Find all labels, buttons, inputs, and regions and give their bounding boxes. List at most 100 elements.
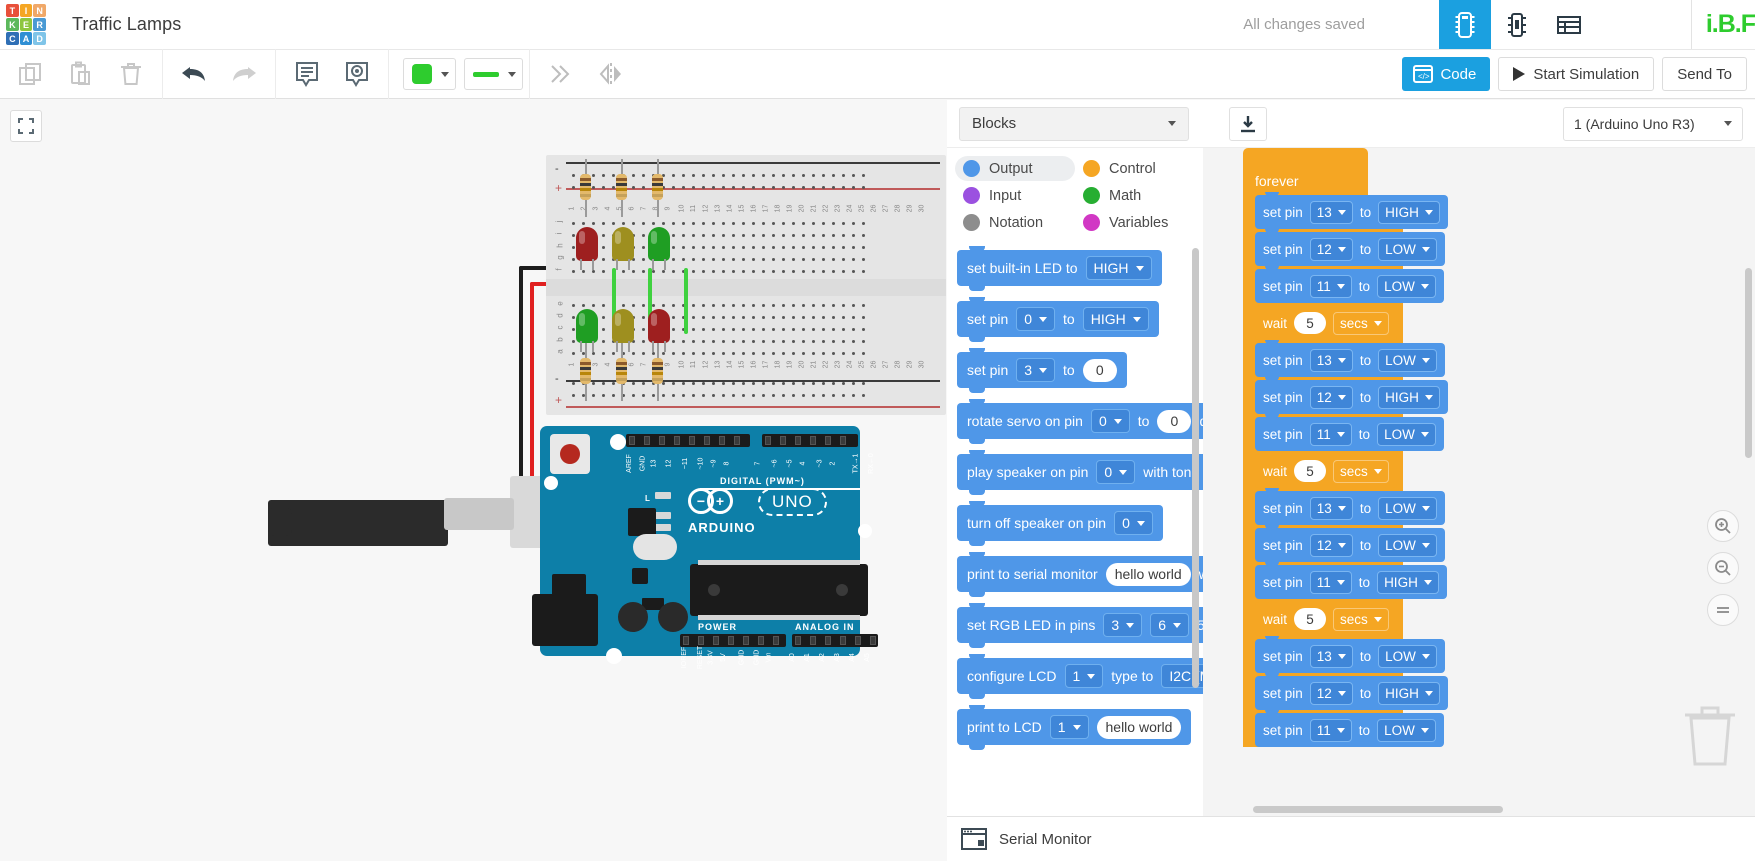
arduino-pin[interactable] [840,436,846,445]
pin-dropdown[interactable]: 12 [1309,385,1353,409]
block-dropdown[interactable]: 6 [1150,613,1189,637]
breadboard-hole[interactable] [698,265,708,278]
breadboard-hole[interactable] [738,181,748,194]
led-yellow-top[interactable] [612,227,634,261]
redo-icon[interactable] [219,49,269,99]
value-dropdown[interactable]: LOW [1377,422,1436,446]
breadboard-hole[interactable] [748,389,758,402]
note-icon[interactable] [282,49,332,99]
palette-block[interactable]: set pin 0 to HIGH [957,297,1159,342]
wait-block[interactable]: wait 5 secs [1255,451,1397,488]
set-pin-block[interactable]: set pin 13 to HIGH [1255,192,1448,229]
palette-block[interactable]: play speaker on pin0with tone6 [957,450,1203,495]
breadboard-hole[interactable] [828,347,838,360]
breadboard-hole[interactable] [818,265,828,278]
arduino-pin[interactable] [810,636,816,645]
pin-dropdown[interactable]: 11 [1309,718,1352,742]
breadboard[interactable]: - + - + 11223344556677889910101111121213… [546,155,946,415]
value-dropdown[interactable]: HIGH [1378,681,1440,705]
breadboard-hole[interactable] [638,181,648,194]
breadboard-hole[interactable] [798,389,808,402]
block-dropdown[interactable]: 1 [1049,715,1089,739]
breadboard-hole[interactable] [738,389,748,402]
board-select[interactable]: 1 (Arduino Uno R3) [1563,106,1743,141]
set-pin-block[interactable]: set pin 11 to LOW [1255,266,1444,303]
breadboard-hole[interactable] [668,181,678,194]
breadboard-hole[interactable] [718,181,728,194]
palette-block-list[interactable]: set built-in LED to HIGH set pin 0 to HIGH set… [947,244,1203,816]
pin-dropdown[interactable]: 11 [1309,274,1352,298]
breadboard-hole[interactable] [738,347,748,360]
jumper-wire-3[interactable] [684,268,688,334]
palette-block[interactable]: turn off speaker on pin 0 [957,501,1163,546]
breadboard-hole[interactable] [758,389,768,402]
arduino-pin[interactable] [689,436,695,445]
forever-loop-block[interactable]: forever set pin 13 to HIGH set pin 12 to LOW set… [1243,148,1448,750]
download-code-button[interactable] [1229,106,1267,141]
breadboard-hole[interactable] [768,265,778,278]
breadboard-hole[interactable] [698,389,708,402]
breadboard-hole[interactable] [638,347,648,360]
value-dropdown[interactable]: HIGH [1377,570,1439,594]
arduino-pin[interactable] [825,436,831,445]
wire-color-picker[interactable] [403,58,456,90]
block-value-input[interactable]: hello world [1105,562,1191,586]
microcontroller-ic[interactable] [690,560,868,620]
code-button[interactable]: </> Code [1402,57,1491,91]
breadboard-hole[interactable] [728,181,738,194]
breadboard-hole[interactable] [788,265,798,278]
breadboard-hole[interactable] [838,347,848,360]
breadboard-hole[interactable] [818,389,828,402]
annotation-icon[interactable] [332,49,382,99]
breadboard-hole[interactable] [718,347,728,360]
breadboard-hole[interactable] [748,265,758,278]
palette-block[interactable]: print to LCD 1 hello world [957,705,1192,750]
resistor-bottom-3[interactable] [652,343,663,401]
circuit-canvas[interactable]: - + - + 11223344556677889910101111121213… [0,100,947,861]
wait-amount-input[interactable]: 5 [1294,460,1327,482]
arduino-pin[interactable] [734,436,740,445]
digital-header-right[interactable] [762,434,858,447]
value-dropdown[interactable]: LOW [1378,644,1437,668]
breadboard-hole[interactable] [758,181,768,194]
arduino-pin[interactable] [683,636,689,645]
zoom-in-button[interactable] [1707,510,1739,542]
led-red-top[interactable] [576,227,598,261]
breadboard-hole[interactable] [848,389,858,402]
breadboard-hole[interactable] [628,181,638,194]
breadboard-hole[interactable] [828,265,838,278]
breadboard-hole[interactable] [698,347,708,360]
paste-icon[interactable] [56,49,106,99]
breadboard-hole[interactable] [728,389,738,402]
set-pin-block[interactable]: set pin 13 to LOW [1255,340,1445,377]
breadboard-hole[interactable] [688,389,698,402]
wire-style-picker[interactable] [464,58,523,90]
start-simulation-button[interactable]: Start Simulation [1498,57,1655,91]
analog-header[interactable] [792,634,878,647]
set-pin-block[interactable]: set pin 11 to LOW [1255,414,1444,451]
arduino-pin[interactable] [713,636,719,645]
breadboard-hole[interactable] [638,389,648,402]
breadboard-hole[interactable] [838,389,848,402]
breadboard-hole[interactable] [788,181,798,194]
wait-amount-input[interactable]: 5 [1294,608,1327,630]
breadboard-hole[interactable] [808,347,818,360]
palette-scrollbar[interactable] [1192,248,1199,688]
arduino-pin[interactable] [810,436,816,445]
led-green-bottom[interactable] [576,309,598,343]
set-pin-block[interactable]: set pin 12 to HIGH [1255,673,1448,710]
arduino-pin[interactable] [780,436,786,445]
block-category-output[interactable]: Output [955,156,1075,181]
breadboard-hole[interactable] [788,347,798,360]
arduino-pin[interactable] [840,636,846,645]
arduino-pin[interactable] [674,436,680,445]
breadboard-hole[interactable] [848,347,858,360]
breadboard-hole[interactable] [668,389,678,402]
breadboard-hole[interactable] [838,265,848,278]
zoom-fit-button[interactable] [1707,594,1739,626]
set-pin-block[interactable]: set pin 12 to HIGH [1255,377,1448,414]
breadboard-hole[interactable] [688,265,698,278]
wait-unit-dropdown[interactable]: secs [1333,311,1389,335]
zoom-out-button[interactable] [1707,552,1739,584]
value-dropdown[interactable]: LOW [1378,237,1437,261]
